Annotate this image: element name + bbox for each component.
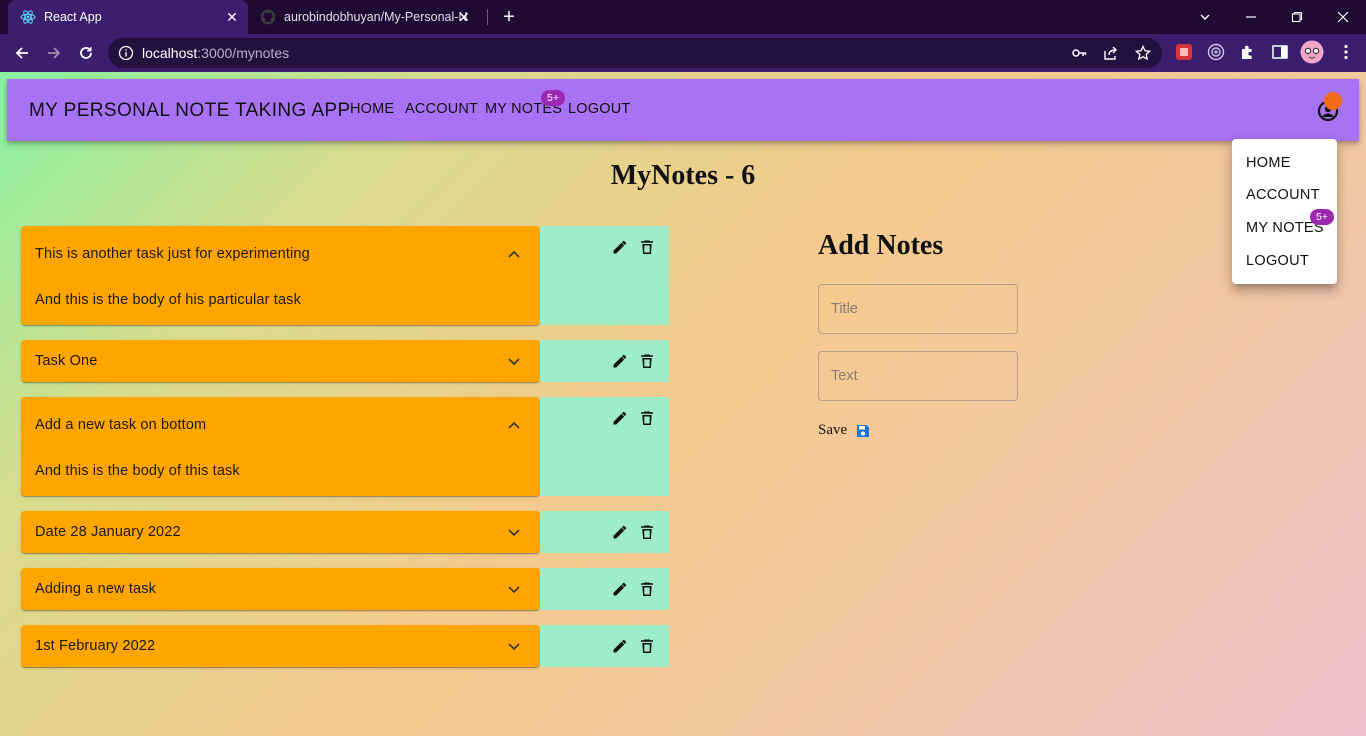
note-title: Add a new task on bottom — [35, 417, 207, 433]
chevron-down-icon[interactable] — [506, 524, 522, 540]
close-tab-icon[interactable]: ✕ — [224, 9, 240, 25]
note-body: And this is the body of his particular t… — [35, 292, 301, 308]
title-input[interactable] — [818, 284, 1018, 334]
chevron-down-icon[interactable] — [506, 581, 522, 597]
react-icon — [20, 9, 36, 25]
note-card[interactable]: This is another task just for experiment… — [21, 226, 540, 325]
note-card[interactable]: Date 28 January 2022 — [21, 511, 540, 553]
browser-toolbar: localhost:3000/mynotes — [0, 34, 1366, 72]
note-actions — [540, 340, 669, 382]
menu-item-home[interactable]: HOME — [1246, 155, 1291, 171]
delete-icon[interactable] — [638, 409, 656, 427]
avatar[interactable] — [1324, 92, 1342, 110]
extensions-puzzle-icon[interactable] — [1238, 42, 1258, 62]
note-card[interactable]: Adding a new task — [21, 568, 540, 610]
page-content: MY PERSONAL NOTE TAKING APP HOME ACCOUNT… — [0, 72, 1366, 736]
note-actions — [540, 397, 669, 496]
address-bar[interactable]: localhost:3000/mynotes — [108, 38, 1162, 68]
delete-icon[interactable] — [638, 637, 656, 655]
github-icon — [260, 9, 276, 25]
edit-icon[interactable] — [611, 238, 629, 256]
edit-icon[interactable] — [611, 352, 629, 370]
note-title: This is another task just for experiment… — [35, 246, 310, 262]
note-card[interactable]: Task One — [21, 340, 540, 382]
tab-github[interactable]: aurobindobhuyan/My-Personal-N ✕ — [252, 0, 480, 34]
notes-count-badge: 5+ — [541, 90, 565, 106]
save-floppy-icon — [855, 423, 871, 439]
site-info-icon[interactable] — [118, 45, 134, 61]
save-label: Save — [818, 422, 848, 438]
note-title: Adding a new task — [35, 581, 157, 597]
delete-icon[interactable] — [638, 238, 656, 256]
edit-icon[interactable] — [611, 637, 629, 655]
chevron-down-icon[interactable] — [506, 638, 522, 654]
menu-item-logout[interactable]: LOGOUT — [1246, 253, 1309, 269]
delete-icon[interactable] — [638, 523, 656, 541]
profile-avatar[interactable] — [1300, 40, 1324, 64]
note-title: Date 28 January 2022 — [35, 524, 181, 540]
nav-logout-link[interactable]: LOGOUT — [568, 101, 630, 117]
key-icon[interactable] — [1070, 44, 1088, 62]
browser-tab-bar: React App ✕ aurobindobhuyan/My-Personal-… — [0, 0, 1366, 34]
back-icon[interactable] — [10, 41, 34, 65]
account-dropdown-menu: HOME ACCOUNT MY NOTES 5+ LOGOUT — [1232, 139, 1337, 284]
browser-menu-icon[interactable] — [1336, 42, 1356, 62]
page-title: MyNotes - 6 — [610, 160, 756, 191]
chevron-up-icon[interactable] — [506, 246, 522, 262]
note-actions — [540, 568, 669, 610]
close-window-icon[interactable] — [1320, 0, 1366, 34]
menu-item-account[interactable]: ACCOUNT — [1246, 187, 1320, 203]
note-actions — [540, 511, 669, 553]
note-title: 1st February 2022 — [35, 638, 156, 654]
minimize-icon[interactable] — [1228, 0, 1274, 34]
extension-red-icon[interactable] — [1174, 42, 1194, 62]
url-text: localhost:3000/mynotes — [142, 45, 290, 61]
app-brand: MY PERSONAL NOTE TAKING APP — [29, 100, 351, 121]
extension-target-icon[interactable] — [1206, 42, 1226, 62]
delete-icon[interactable] — [638, 352, 656, 370]
edit-icon[interactable] — [611, 523, 629, 541]
tab-title: aurobindobhuyan/My-Personal-N — [284, 10, 468, 24]
edit-icon[interactable] — [611, 580, 629, 598]
bookmark-star-icon[interactable] — [1134, 44, 1152, 62]
text-input[interactable] — [818, 351, 1018, 401]
note-card[interactable]: Add a new task on bottom And this is the… — [21, 397, 540, 496]
nav-account-link[interactable]: ACCOUNT — [405, 101, 478, 117]
forward-icon[interactable] — [42, 41, 66, 65]
tab-search-icon[interactable] — [1182, 0, 1228, 34]
save-button[interactable]: Save — [818, 422, 871, 439]
new-tab-button[interactable]: + — [498, 6, 520, 28]
note-body: And this is the body of this task — [35, 463, 240, 479]
side-panel-icon[interactable] — [1270, 42, 1290, 62]
edit-icon[interactable] — [611, 409, 629, 427]
delete-icon[interactable] — [638, 580, 656, 598]
restore-icon[interactable] — [1274, 0, 1320, 34]
reload-icon[interactable] — [74, 41, 98, 65]
menu-notes-badge: 5+ — [1310, 209, 1334, 225]
tab-react-app[interactable]: React App ✕ — [8, 0, 248, 34]
app-bar: MY PERSONAL NOTE TAKING APP HOME ACCOUNT… — [7, 79, 1359, 141]
add-notes-heading: Add Notes — [818, 230, 944, 261]
share-icon[interactable] — [1102, 44, 1120, 62]
note-actions — [540, 625, 669, 667]
note-actions — [540, 226, 669, 325]
chevron-down-icon[interactable] — [506, 353, 522, 369]
close-tab-icon[interactable]: ✕ — [456, 9, 472, 25]
note-title: Task One — [35, 353, 98, 369]
note-card[interactable]: 1st February 2022 — [21, 625, 540, 667]
nav-home-link[interactable]: HOME — [350, 101, 394, 117]
tab-separator — [487, 9, 488, 25]
tab-title: React App — [44, 10, 102, 24]
chevron-up-icon[interactable] — [506, 417, 522, 433]
